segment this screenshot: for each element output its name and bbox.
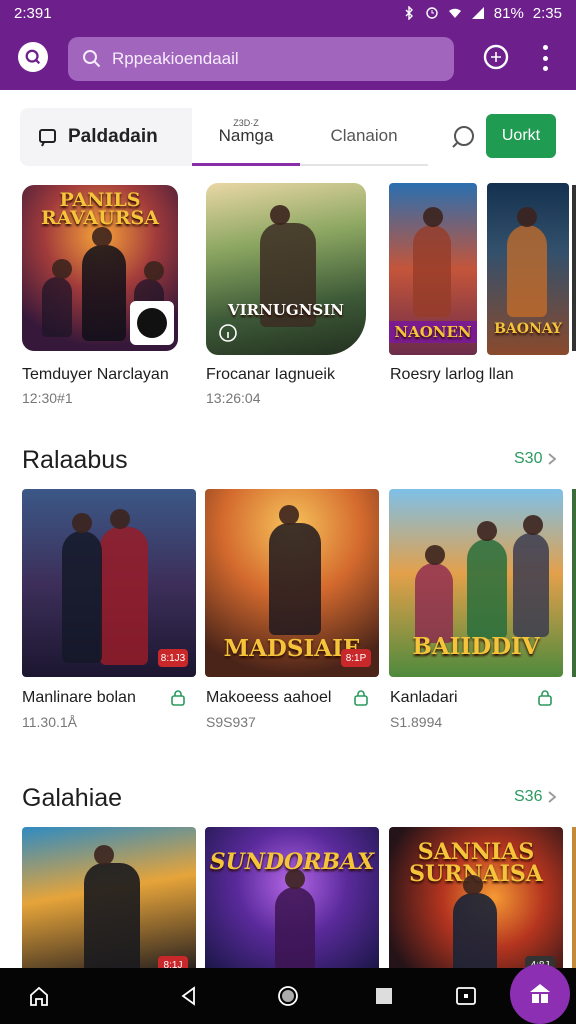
tab-library-label: Paldadain [68,126,158,147]
featured-art-text-1: PANILS RAVAURSA [41,189,159,229]
more-options-icon[interactable] [538,45,552,71]
see-all-link-1[interactable]: S30 [514,450,558,468]
row1-title-1[interactable]: Manlinare bolan [22,689,136,707]
tab-category-label: Clanaion [330,126,398,145]
see-all-label-1: S30 [514,450,543,467]
tab-name[interactable]: Z3D·Z Namga [192,108,300,166]
row1-tile-3[interactable]: BAIIDDIV [389,489,563,677]
section-title-2: Galahiae [22,784,123,812]
store-icon [530,984,550,1003]
price-badge: 8:1J3 [158,649,188,667]
search-icon [83,50,101,68]
see-all-link-2[interactable]: S36 [514,788,558,806]
back-icon[interactable] [178,985,200,1007]
status-time: 2:391 [14,4,52,22]
tab-category[interactable]: Clanaion [300,108,428,166]
info-icon [219,324,237,342]
row2-tile-1[interactable]: 8:1J [22,827,196,968]
library-icon [39,129,56,147]
home-icon[interactable] [28,985,50,1007]
featured-sub-1: 12:30#1 [22,390,73,406]
row1-tile-1[interactable]: 8:1J3 [22,489,196,677]
wifi-icon [448,8,461,18]
action-button-label: Uorkt [501,127,541,144]
row1-title-3[interactable]: Kanladari [390,689,458,707]
featured-tile-2[interactable]: VIRNUGNSIN [206,183,366,355]
row1-art-text-3: BAIIDDIV [412,633,540,660]
featured-tile-4[interactable]: BAONAY [487,183,569,355]
tab-name-label: Namga [218,125,274,145]
app-logo-icon[interactable] [18,42,48,72]
featured-tile-1[interactable]: PANILS RAVAURSA [22,185,178,351]
featured-tile-3[interactable]: NAONEN [389,183,477,355]
row1-sub-1: 11.30.1Å [22,714,78,730]
see-all-label-2: S36 [514,788,543,805]
search-bar[interactable]: Rppeakioendaail [68,37,454,81]
fist-icon [130,301,174,345]
chevron-right-icon [548,453,557,465]
signal-icon [471,7,484,19]
store-fab-button[interactable] [510,964,570,1024]
chevron-right-icon [548,791,557,803]
featured-art-text-4: BAONAY [494,321,562,337]
chat-icon[interactable] [482,43,510,71]
price-badge: 8:1P [341,649,371,667]
featured-title-2[interactable]: Frocanar Iagnueik [206,366,335,384]
row1-sub-2: S9S937 [206,714,256,730]
status-clock: 2:35 [532,4,562,22]
row1-tile-4-edge[interactable] [572,489,576,677]
row1-sub-3: S1.8994 [390,714,443,730]
status-bar: 2:391 81% 2:35 [0,0,576,26]
app-bar: Rppeakioendaail [0,26,576,90]
row2-tile-2[interactable]: SUNDORBAX [205,827,379,968]
lock-icon [538,690,552,706]
row2-tile-4-edge[interactable] [572,827,576,968]
featured-sub-2: 13:26:04 [206,390,261,406]
lock-icon [171,690,185,706]
recents-icon[interactable] [373,985,395,1007]
featured-tile-5-edge[interactable] [572,185,576,351]
section-title-1: Ralaabus [22,446,128,474]
search-input[interactable]: Rppeakioendaail [112,49,239,69]
featured-title-3[interactable]: Roesry larlog llan [390,366,514,384]
row1-title-2[interactable]: Makoeess aahoel [206,689,331,707]
lock-icon [354,690,368,706]
screen-icon[interactable] [455,985,477,1007]
action-button[interactable]: Uorkt [486,114,556,158]
featured-art-text-2: VIRNUGNSIN [228,301,344,319]
price-badge: 8:1J [158,956,188,968]
tab-library[interactable]: Paldadain [20,108,192,166]
row1-tile-2[interactable]: MADSIAIE 8:1P [205,489,379,677]
home-circle-icon[interactable] [277,985,299,1007]
tab-bar: Paldadain Z3D·Z Namga Clanaion Uorkt [20,108,568,168]
bluetooth-icon [405,6,413,20]
status-icons: 81% 2:35 [402,5,562,22]
featured-art-text-3: NAONEN [389,321,477,343]
alarm-icon [426,7,438,19]
featured-title-1[interactable]: Temduyer Narclayan [22,366,169,384]
row2-tile-3[interactable]: SANNIAS SURNAISA 4:8J [389,827,563,968]
navigation-bar [0,968,576,1024]
search-bubble-icon[interactable] [450,124,476,150]
battery-level: 81% [493,4,524,22]
tab-name-caption: Z3D·Z [233,118,259,128]
